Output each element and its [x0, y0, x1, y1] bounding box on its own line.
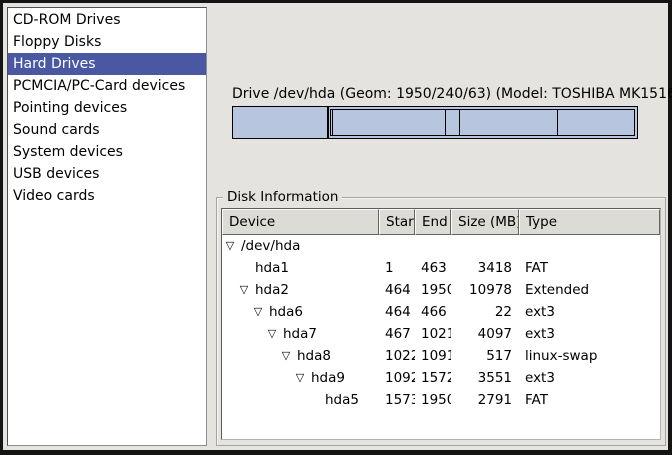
tree-indent — [224, 334, 266, 335]
sidebar-item-hard-drives[interactable]: Hard Drives — [8, 53, 206, 75]
cell-end: 1021 — [415, 323, 451, 345]
cell-device: hda5 — [222, 389, 379, 411]
device-label: hda1 — [255, 257, 289, 279]
table-row-hda9[interactable]: ▽hda9109215723551ext3 — [222, 367, 660, 389]
cell-start — [379, 235, 415, 257]
cell-end — [415, 235, 451, 257]
disk-table-header: DeviceStartEndSize (MB)Type — [222, 209, 660, 235]
disk-table-body: ▽/dev/hdahda114633418FAT▽hda246419501097… — [222, 235, 660, 411]
device-category-list[interactable]: CD-ROM DrivesFloppy DisksHard DrivesPCMC… — [7, 7, 207, 446]
sidebar-item-video-cards[interactable]: Video cards — [8, 185, 206, 207]
cell-end: 1950 — [415, 279, 451, 301]
drive-partition-bar — [232, 106, 638, 139]
sidebar-item-pointing-devices[interactable]: Pointing devices — [8, 97, 206, 119]
cell-end: 463 — [415, 257, 451, 279]
table-row-hda1[interactable]: hda1 14633418FAT — [222, 257, 660, 279]
bar-segment-hda7 — [332, 110, 445, 135]
bar-segment-hda8 — [445, 110, 459, 135]
cell-size: 10978 — [451, 279, 519, 301]
column-header-start[interactable]: Start — [379, 209, 415, 235]
cell-start: 1022 — [379, 345, 415, 367]
cell-type: ext3 — [519, 301, 660, 323]
hardware-browser-window: CD-ROM DrivesFloppy DisksHard DrivesPCMC… — [0, 0, 672, 455]
expander-open-icon[interactable]: ▽ — [252, 301, 264, 323]
bar-segment-hda1 — [233, 107, 329, 138]
tree-indent — [224, 290, 238, 291]
cell-device: ▽hda6 — [222, 301, 379, 323]
table-row-hda5[interactable]: hda5 157319502791FAT — [222, 389, 660, 411]
cell-end: 1950 — [415, 389, 451, 411]
cell-type: FAT — [519, 389, 660, 411]
cell-device: hda1 — [222, 257, 379, 279]
cell-device: ▽hda2 — [222, 279, 379, 301]
tree-indent — [224, 312, 252, 313]
cell-start: 1092 — [379, 367, 415, 389]
table-row-hda8[interactable]: ▽hda810221091517linux-swap — [222, 345, 660, 367]
cell-type: ext3 — [519, 323, 660, 345]
cell-end: 1091 — [415, 345, 451, 367]
table-row-dev-hda[interactable]: ▽/dev/hda — [222, 235, 660, 257]
sidebar-item-cd-rom-drives[interactable]: CD-ROM Drives — [8, 9, 206, 31]
tree-indent — [224, 356, 280, 357]
cell-size — [451, 235, 519, 257]
disk-information-label: Disk Information — [223, 189, 342, 206]
expander-open-icon[interactable]: ▽ — [294, 367, 306, 389]
device-label: hda9 — [311, 367, 345, 389]
tree-indent — [224, 378, 294, 379]
cell-start: 1573 — [379, 389, 415, 411]
sidebar-item-system-devices[interactable]: System devices — [8, 141, 206, 163]
table-row-hda2[interactable]: ▽hda2464195010978Extended — [222, 279, 660, 301]
cell-type — [519, 235, 660, 257]
cell-device: ▽hda8 — [222, 345, 379, 367]
table-row-hda6[interactable]: ▽hda646446622ext3 — [222, 301, 660, 323]
cell-device: ▽hda9 — [222, 367, 379, 389]
table-row-hda7[interactable]: ▽hda746710214097ext3 — [222, 323, 660, 345]
cell-device: ▽/dev/hda — [222, 235, 379, 257]
sidebar-item-usb-devices[interactable]: USB devices — [8, 163, 206, 185]
cell-device: ▽hda7 — [222, 323, 379, 345]
sidebar-item-floppy-disks[interactable]: Floppy Disks — [8, 31, 206, 53]
expander-open-icon[interactable]: ▽ — [238, 279, 250, 301]
cell-type: Extended — [519, 279, 660, 301]
column-header-device[interactable]: Device — [222, 209, 379, 235]
sidebar-item-sound-cards[interactable]: Sound cards — [8, 119, 206, 141]
tree-indent — [224, 268, 238, 269]
cell-size: 3551 — [451, 367, 519, 389]
expander-open-icon[interactable]: ▽ — [224, 235, 236, 257]
cell-size: 3418 — [451, 257, 519, 279]
cell-start: 1 — [379, 257, 415, 279]
cell-end: 466 — [415, 301, 451, 323]
device-label: /dev/hda — [241, 235, 300, 257]
cell-size: 22 — [451, 301, 519, 323]
cell-end: 1572 — [415, 367, 451, 389]
device-label: hda8 — [297, 345, 331, 367]
cell-type: ext3 — [519, 367, 660, 389]
cell-size: 517 — [451, 345, 519, 367]
column-header-size-mb[interactable]: Size (MB) — [451, 209, 519, 235]
drive-title: Drive /dev/hda (Geom: 1950/240/63) (Mode… — [232, 86, 638, 102]
cell-start: 464 — [379, 279, 415, 301]
device-label: hda5 — [325, 389, 359, 411]
sidebar-item-pcmcia-pc-card-devices[interactable]: PCMCIA/PC-Card devices — [8, 75, 206, 97]
tree-indent — [224, 400, 308, 401]
bar-segment-hda5 — [557, 110, 634, 135]
cell-start: 467 — [379, 323, 415, 345]
cell-size: 4097 — [451, 323, 519, 345]
cell-type: FAT — [519, 257, 660, 279]
bar-segment-hda2-extended — [330, 109, 635, 136]
disk-information-table: DeviceStartEndSize (MB)Type ▽/dev/hdahda… — [221, 208, 661, 440]
device-label: hda7 — [283, 323, 317, 345]
device-label: hda6 — [269, 301, 303, 323]
expander-open-icon[interactable]: ▽ — [280, 345, 292, 367]
bar-segment-hda9 — [459, 110, 557, 135]
column-header-type[interactable]: Type — [519, 209, 660, 235]
cell-start: 464 — [379, 301, 415, 323]
device-label: hda2 — [255, 279, 289, 301]
cell-type: linux-swap — [519, 345, 660, 367]
column-header-end[interactable]: End — [415, 209, 451, 235]
disk-information-frame: Disk Information DeviceStartEndSize (MB)… — [216, 197, 666, 446]
cell-size: 2791 — [451, 389, 519, 411]
expander-open-icon[interactable]: ▽ — [266, 323, 278, 345]
